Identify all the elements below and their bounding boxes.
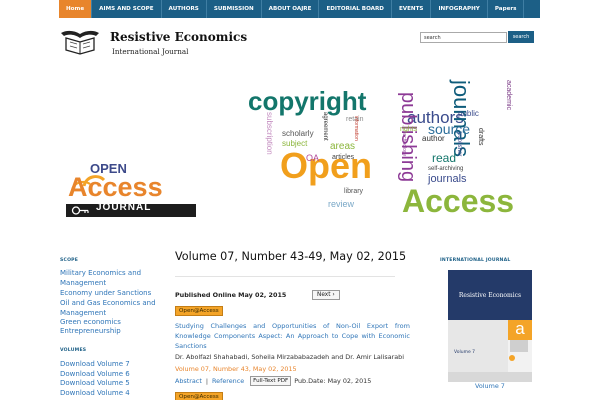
nav-item-authors[interactable]: AUTHORS bbox=[162, 0, 207, 18]
scope-link[interactable]: Entrepreneurship bbox=[60, 327, 172, 337]
scope-link[interactable]: Economy under Sanctions bbox=[60, 289, 172, 299]
cloud-word: review bbox=[328, 199, 355, 209]
article-title-link[interactable]: Studying Challenges and Opportunities of… bbox=[175, 321, 410, 351]
cloud-word: Access bbox=[402, 183, 515, 219]
next-button[interactable]: Next › bbox=[312, 290, 340, 300]
scope-link[interactable]: Military Economics and Management bbox=[60, 269, 172, 288]
volume-7-link[interactable]: Volume 7 bbox=[475, 382, 505, 390]
cover-volume: Volume 7 bbox=[454, 350, 476, 355]
cloud-word: agreement bbox=[322, 112, 328, 141]
cloud-word: journals bbox=[428, 173, 467, 185]
journal-logo bbox=[61, 30, 99, 55]
nav-item-submission[interactable]: SUBMISSION bbox=[207, 0, 262, 18]
volume-download-link[interactable]: Download Volume 5 bbox=[60, 379, 130, 389]
nav-item-home[interactable]: Home bbox=[59, 0, 93, 18]
volume-title: Volume 07, Number 43-49, May 02, 2015 bbox=[175, 250, 407, 263]
top-navigation: Home AIMS AND SCOPE AUTHORS SUBMISSION ABOUT… bbox=[59, 0, 540, 18]
nav-item-infography[interactable]: INFOGRAPHY bbox=[431, 0, 488, 18]
scope-heading: SCOPE bbox=[60, 258, 79, 263]
cloud-word: technology bbox=[401, 132, 407, 157]
full-text-pdf-button[interactable]: Full-Text PDF bbox=[250, 376, 292, 386]
reference-link[interactable]: Reference bbox=[212, 377, 244, 385]
cloud-word: publisher bbox=[456, 132, 462, 157]
site-title: Resistive Economics bbox=[110, 30, 248, 44]
cloud-word: areas bbox=[330, 141, 356, 152]
volume-download-link[interactable]: Download Volume 4 bbox=[60, 389, 130, 399]
cloud-word: articles bbox=[332, 154, 355, 161]
banner-image: OPEN Access JOURNAL copyright authors jo… bbox=[60, 70, 538, 230]
cover-title: Resistive Economics bbox=[458, 292, 522, 299]
cloud-word: information bbox=[353, 116, 359, 141]
nav-item-events[interactable]: EVENTS bbox=[392, 0, 432, 18]
volume-download-link[interactable]: Download Volume 7 bbox=[60, 360, 130, 370]
nav-item-about-oajre[interactable]: ABOUT OAJRE bbox=[262, 0, 320, 18]
international-journal-heading: INTERNATIONAL JOURNAL bbox=[440, 258, 511, 263]
nav-item-papers[interactable]: Papers bbox=[488, 0, 525, 18]
article-links: Abstract | Reference Full-Text PDF Pub.D… bbox=[175, 376, 371, 386]
article-authors: Dr. Abolfazl Shahabadi, Soheila Mirzabab… bbox=[175, 353, 405, 361]
cloud-word: library bbox=[344, 188, 364, 195]
journal-cover-image[interactable]: Resistive Economics a Volume 7 bbox=[448, 270, 532, 382]
cloud-word: drafts bbox=[477, 128, 484, 146]
cloud-word: scholarly bbox=[282, 129, 314, 138]
nav-item-editorial-board[interactable]: EDITORIAL BOARD bbox=[319, 0, 392, 18]
search-button[interactable]: search bbox=[508, 31, 534, 43]
site-subtitle: International Journal bbox=[112, 47, 189, 56]
cloud-word: author bbox=[422, 134, 445, 143]
cloud-word: academic bbox=[505, 80, 512, 110]
open-access-badge: Open@Access bbox=[175, 306, 223, 316]
scope-link[interactable]: Oil and Gas Economics and Management bbox=[60, 299, 172, 318]
logo-access-text: Access bbox=[68, 172, 163, 202]
cloud-word: read bbox=[432, 151, 457, 165]
abstract-link[interactable]: Abstract bbox=[175, 377, 202, 385]
published-online: Published Online May 02, 2015 bbox=[175, 291, 287, 299]
open-access-badge: Open@Access bbox=[175, 392, 223, 400]
volume-download-link[interactable]: Download Volume 6 bbox=[60, 370, 130, 380]
nav-item-aims-and-scope[interactable]: AIMS AND SCOPE bbox=[92, 0, 162, 18]
search-input[interactable] bbox=[420, 32, 507, 43]
cloud-word: copyright bbox=[248, 86, 367, 116]
divider bbox=[175, 276, 395, 277]
article-citation: Volume 07, Number 43, May 02, 2015 bbox=[175, 365, 297, 373]
volumes-heading: VOLUMES bbox=[60, 348, 87, 353]
cloud-word: subject bbox=[282, 139, 308, 148]
cover-letter: a bbox=[508, 320, 532, 340]
cloud-word: Open bbox=[280, 145, 373, 186]
cloud-word: OA bbox=[306, 153, 320, 163]
cloud-word: self-archiving bbox=[428, 166, 464, 172]
pub-date: Pub.Date: May 02, 2015 bbox=[294, 377, 372, 385]
cloud-word: subscription bbox=[265, 112, 274, 155]
link-separator: | bbox=[205, 377, 208, 385]
logo-journal-text: JOURNAL bbox=[96, 202, 152, 213]
cloud-word: public bbox=[458, 109, 479, 118]
